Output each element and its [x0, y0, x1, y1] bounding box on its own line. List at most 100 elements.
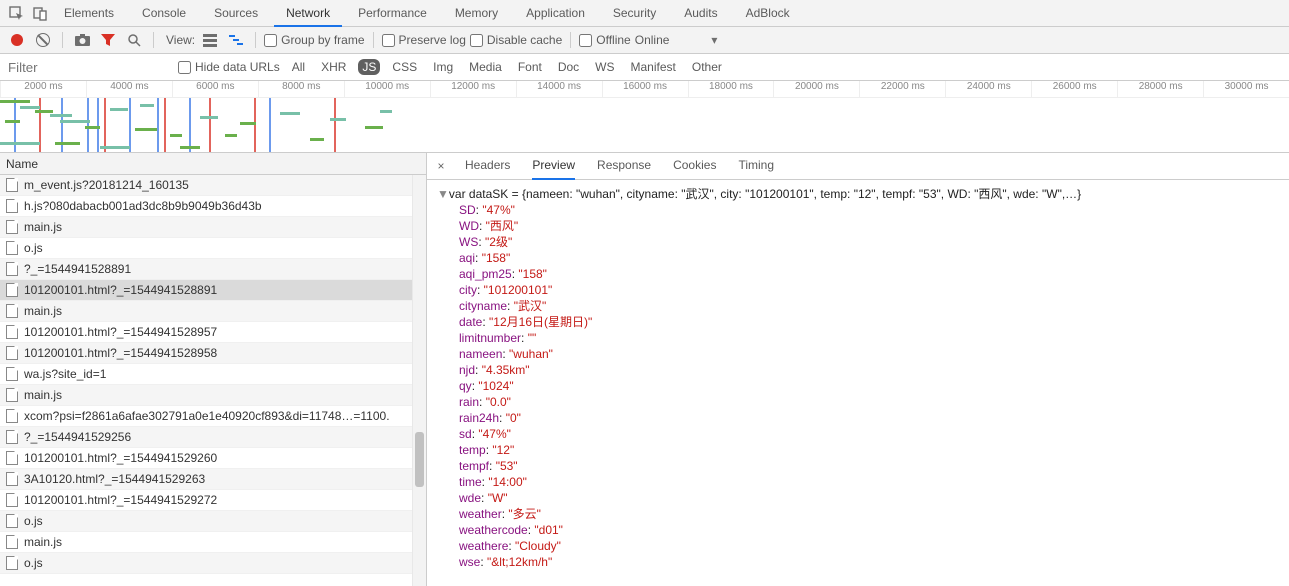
request-row[interactable]: 3A10120.html?_=1544941529263 [0, 469, 426, 490]
filter-type-doc[interactable]: Doc [554, 59, 583, 75]
request-row[interactable]: 101200101.html?_=1544941528891 [0, 280, 426, 301]
preview-property[interactable]: city: "101200101" [459, 282, 1279, 298]
preview-property[interactable]: weather: "多云" [459, 506, 1279, 522]
request-row[interactable]: main.js [0, 301, 426, 322]
preview-property[interactable]: weathere: "Cloudy" [459, 538, 1279, 554]
group-by-frame-checkbox[interactable]: Group by frame [264, 33, 364, 47]
filter-type-js[interactable]: JS [358, 59, 380, 75]
tab-audits[interactable]: Audits [672, 0, 729, 27]
inspect-icon[interactable] [4, 1, 28, 25]
filter-type-img[interactable]: Img [429, 59, 457, 75]
preview-property[interactable]: nameen: "wuhan" [459, 346, 1279, 362]
preview-property[interactable]: rain: "0.0" [459, 394, 1279, 410]
preserve-log-checkbox[interactable]: Preserve log [382, 33, 466, 47]
name-column-header[interactable]: Name [0, 153, 426, 175]
capture-screenshot-icon[interactable] [71, 29, 93, 51]
filter-type-css[interactable]: CSS [388, 59, 421, 75]
request-row[interactable]: o.js [0, 553, 426, 574]
details-tab-timing[interactable]: Timing [738, 153, 774, 180]
preview-property[interactable]: wde: "W" [459, 490, 1279, 506]
preview-property[interactable]: sd: "47%" [459, 426, 1279, 442]
request-row[interactable]: main.js [0, 532, 426, 553]
request-row[interactable]: main.js [0, 217, 426, 238]
tab-console[interactable]: Console [130, 0, 198, 27]
expand-arrow-icon[interactable]: ▼ [437, 186, 449, 202]
clear-button[interactable] [32, 29, 54, 51]
preview-property[interactable]: aqi_pm25: "158" [459, 266, 1279, 282]
file-icon [6, 451, 18, 465]
preview-property[interactable]: rain24h: "0" [459, 410, 1279, 426]
tab-elements[interactable]: Elements [52, 0, 126, 27]
preview-property[interactable]: time: "14:00" [459, 474, 1279, 490]
file-icon [6, 535, 18, 549]
tab-memory[interactable]: Memory [443, 0, 510, 27]
hide-data-urls-checkbox[interactable]: Hide data URLs [178, 60, 280, 74]
details-tab-headers[interactable]: Headers [465, 153, 510, 180]
details-tab-cookies[interactable]: Cookies [673, 153, 716, 180]
preview-property[interactable]: temp: "12" [459, 442, 1279, 458]
request-list[interactable]: m_event.js?20181214_160135 h.js?080dabacb… [0, 175, 426, 586]
offline-checkbox[interactable]: Offline [579, 33, 630, 47]
request-row[interactable]: xcom?psi=f2861a6afae302791a0e1e40920cf89… [0, 406, 426, 427]
close-icon[interactable]: × [433, 159, 449, 173]
tab-sources[interactable]: Sources [202, 0, 270, 27]
preview-content[interactable]: ▼ var dataSK = {nameen: "wuhan", citynam… [427, 180, 1289, 586]
request-row[interactable]: main.js [0, 385, 426, 406]
request-row[interactable]: m_event.js?20181214_160135 [0, 175, 426, 196]
request-row[interactable]: 101200101.html?_=1544941528958 [0, 343, 426, 364]
large-rows-icon[interactable] [199, 29, 221, 51]
filter-type-font[interactable]: Font [514, 59, 546, 75]
request-row[interactable]: 101200101.html?_=1544941529272 [0, 490, 426, 511]
request-row[interactable]: o.js [0, 238, 426, 259]
preview-property[interactable]: date: "12月16日(星期日)" [459, 314, 1279, 330]
filter-type-media[interactable]: Media [465, 59, 506, 75]
preview-property[interactable]: WD: "西风" [459, 218, 1279, 234]
waterfall-view-icon[interactable] [225, 29, 247, 51]
scrollbar-thumb[interactable] [415, 432, 424, 487]
preview-property[interactable]: njd: "4.35km" [459, 362, 1279, 378]
file-icon [6, 514, 18, 528]
preview-property[interactable]: limitnumber: "" [459, 330, 1279, 346]
request-row[interactable]: 101200101.html?_=1544941528957 [0, 322, 426, 343]
preview-property[interactable]: wse: "&lt;12km/h" [459, 554, 1279, 570]
throttling-select[interactable]: Online [635, 33, 670, 47]
request-row[interactable]: o.js [0, 511, 426, 532]
preview-property[interactable]: SD: "47%" [459, 202, 1279, 218]
device-toggle-icon[interactable] [28, 1, 52, 25]
tab-adblock[interactable]: AdBlock [734, 0, 802, 27]
timeline-overview[interactable]: 2000 ms4000 ms6000 ms8000 ms10000 ms1200… [0, 81, 1289, 153]
details-tab-preview[interactable]: Preview [532, 153, 575, 180]
filter-icon[interactable] [97, 29, 119, 51]
timeline-tick: 24000 ms [945, 81, 1031, 97]
tab-security[interactable]: Security [601, 0, 668, 27]
filter-type-xhr[interactable]: XHR [317, 59, 350, 75]
request-name: h.js?080dabacb001ad3dc8b9b9049b36d43b [24, 199, 262, 213]
request-row[interactable]: h.js?080dabacb001ad3dc8b9b9049b36d43b [0, 196, 426, 217]
search-icon[interactable] [123, 29, 145, 51]
tab-application[interactable]: Application [514, 0, 597, 27]
chevron-down-icon[interactable]: ▾ [711, 33, 717, 47]
request-row[interactable]: 101200101.html?_=1544941529260 [0, 448, 426, 469]
timeline-tick: 8000 ms [258, 81, 344, 97]
request-row[interactable]: ?_=1544941528891 [0, 259, 426, 280]
request-row[interactable]: wa.js?site_id=1 [0, 364, 426, 385]
preview-property[interactable]: tempf: "53" [459, 458, 1279, 474]
filter-type-ws[interactable]: WS [591, 59, 618, 75]
preview-property[interactable]: cityname: "武汉" [459, 298, 1279, 314]
filter-type-manifest[interactable]: Manifest [627, 59, 680, 75]
filter-input[interactable] [2, 57, 172, 77]
preview-property[interactable]: aqi: "158" [459, 250, 1279, 266]
request-row[interactable]: ?_=1544941529256 [0, 427, 426, 448]
preview-property[interactable]: weathercode: "d01" [459, 522, 1279, 538]
details-tab-response[interactable]: Response [597, 153, 651, 180]
separator [373, 32, 374, 48]
filter-type-other[interactable]: Other [688, 59, 726, 75]
tab-network[interactable]: Network [274, 0, 342, 27]
preview-property[interactable]: WS: "2级" [459, 234, 1279, 250]
filter-type-all[interactable]: All [288, 59, 309, 75]
disable-cache-checkbox[interactable]: Disable cache [470, 33, 562, 47]
tab-performance[interactable]: Performance [346, 0, 439, 27]
preview-property[interactable]: qy: "1024" [459, 378, 1279, 394]
scrollbar-track[interactable] [412, 175, 426, 586]
record-button[interactable] [6, 29, 28, 51]
